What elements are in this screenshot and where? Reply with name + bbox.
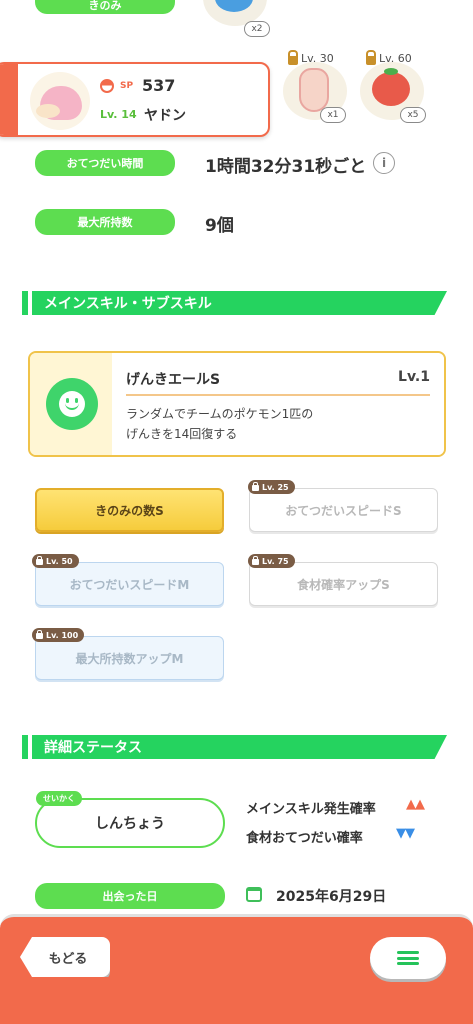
berry-label-pill: きのみ <box>35 0 175 14</box>
sub-skill-1[interactable]: きのみの数S <box>35 488 224 532</box>
sub-skill-5-label: 最大所持数アップM <box>75 651 184 666</box>
detail-section-title: 詳細ステータス <box>32 735 447 759</box>
lock-icon <box>36 556 43 565</box>
sub-skill-4-unlock: Lv. 75 <box>262 556 289 566</box>
info-icon[interactable]: i <box>373 152 395 174</box>
nature-tag-label: せいかく <box>43 794 75 803</box>
tomato-icon <box>372 72 410 106</box>
section-accent-bar <box>22 735 28 759</box>
effect-1-label: メインスキル発生確率 <box>246 802 376 817</box>
sub-skill-3-label: おてつだいスピードM <box>69 577 190 592</box>
ingredient-2-qty: x5 <box>407 110 419 120</box>
main-skill-level: Lv.1 <box>398 369 430 385</box>
pokemon-card[interactable]: SP 537 Lv. 14 ヤドン <box>0 62 270 137</box>
pokemon-name: ヤドン <box>144 108 186 124</box>
sub-skill-3-unlock: Lv. 50 <box>46 556 73 566</box>
help-interval-label: おてつだい時間 <box>66 157 144 170</box>
sub-skill-4[interactable]: 食材確率アップS <box>249 562 438 606</box>
ingredient-2-qty-badge: x5 <box>400 107 426 123</box>
max-carry-label: 最大所持数 <box>77 216 133 229</box>
sub-skill-5-unlock-badge: Lv. 100 <box>32 628 85 642</box>
ingredient-1-qty-badge: x1 <box>320 107 346 123</box>
sub-skill-1-label: きのみの数S <box>95 503 164 518</box>
berry-label: きのみ <box>88 0 122 12</box>
sub-skill-2-label: おてつだいスピードS <box>285 503 402 518</box>
sub-skill-3-unlock-badge: Lv. 50 <box>32 554 79 568</box>
skills-section-header: メインスキル・サブスキル <box>22 291 447 315</box>
smile-icon <box>46 378 98 430</box>
skills-section-title: メインスキル・サブスキル <box>32 291 447 315</box>
sp-value: 537 <box>142 76 176 95</box>
berry-qty: x2 <box>251 24 263 34</box>
detail-section-header: 詳細ステータス <box>22 735 447 759</box>
sp-label: SP <box>120 81 134 91</box>
help-interval-label-pill: おてつだい時間 <box>35 150 175 176</box>
berry-icon <box>215 0 253 12</box>
main-skill-card[interactable]: げんきエールS Lv.1 ランダムでチームのポケモン1匹の げんきを14回復する <box>28 351 446 457</box>
help-interval-value: 1時間32分31秒ごと <box>205 157 367 177</box>
main-skill-icon-panel <box>30 353 112 455</box>
effect-2-arrows: ▼▼ <box>396 826 415 841</box>
tomato-leaf-icon <box>384 68 398 75</box>
effect-2-label: 食材おてつだい確率 <box>246 831 363 846</box>
section-accent-bar <box>22 291 28 315</box>
lock-icon <box>366 49 376 65</box>
pokeball-icon <box>100 79 114 93</box>
effect-1-arrows: ▲▲ <box>406 797 425 812</box>
sub-skill-3[interactable]: おてつだいスピードM <box>35 562 224 606</box>
menu-button[interactable] <box>370 937 446 979</box>
pokemon-card-accent <box>0 64 18 135</box>
main-skill-name: げんきエールS <box>126 372 221 388</box>
hamburger-icon <box>397 951 419 965</box>
met-date-value: 2025年6月29日 <box>276 889 387 905</box>
back-button[interactable]: もどる <box>20 937 110 977</box>
main-skill-divider <box>126 394 430 396</box>
sub-skill-4-unlock-badge: Lv. 75 <box>248 554 295 568</box>
lock-icon <box>252 556 259 565</box>
ingredient-1-qty: x1 <box>327 110 339 120</box>
nature-tag: せいかく <box>36 791 82 806</box>
sub-skill-5[interactable]: 最大所持数アップM <box>35 636 224 680</box>
pokemon-level: Lv. 14 <box>100 108 137 121</box>
tail-icon <box>299 68 329 112</box>
lock-icon <box>36 630 43 639</box>
main-skill-detail: げんきエールS Lv.1 ランダムでチームのポケモン1匹の げんきを14回復する <box>112 353 444 455</box>
nature-value: しんちょう <box>95 816 165 832</box>
lock-icon <box>288 49 298 65</box>
back-button-label: もどる <box>48 951 88 967</box>
met-date-label-pill: 出会った日 <box>35 883 225 909</box>
sub-skill-2-unlock: Lv. 25 <box>262 482 289 492</box>
sub-skill-2-unlock-badge: Lv. 25 <box>248 480 295 494</box>
main-skill-desc-line2: げんきを14回復する <box>126 427 238 441</box>
sub-skill-5-unlock: Lv. 100 <box>46 630 79 640</box>
max-carry-label-pill: 最大所持数 <box>35 209 175 235</box>
berry-qty-badge: x2 <box>244 21 270 37</box>
lock-icon <box>252 482 259 491</box>
max-carry-value: 9個 <box>205 216 234 236</box>
sub-skill-2[interactable]: おてつだいスピードS <box>249 488 438 532</box>
pokemon-avatar <box>30 72 90 130</box>
met-date-label: 出会った日 <box>102 890 158 903</box>
sub-skill-4-label: 食材確率アップS <box>297 577 390 592</box>
main-skill-desc-line1: ランダムでチームのポケモン1匹の <box>126 407 314 421</box>
slowpoke-face-icon <box>36 104 60 118</box>
calendar-icon <box>246 887 262 902</box>
